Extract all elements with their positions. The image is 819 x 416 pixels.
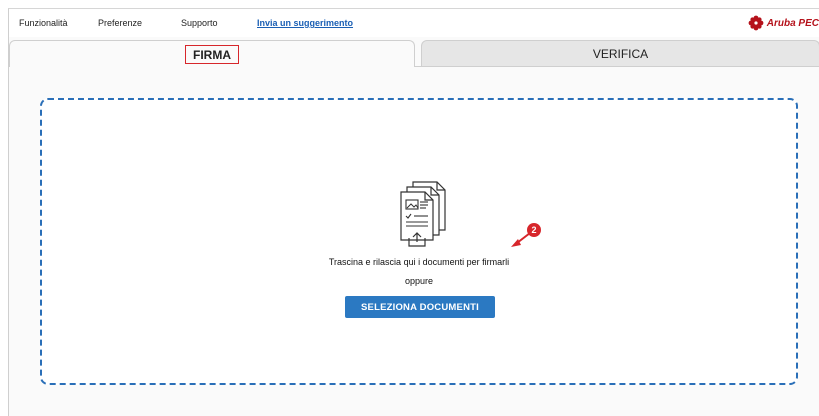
callout-badge-number: 2 [531, 225, 537, 235]
tab-bar: FIRMA VERIFICA [9, 37, 819, 67]
app-window: Funzionalità Preferenze Supporto Invia u… [8, 8, 819, 416]
brand-name: Aruba PEC [766, 17, 819, 29]
menubar: Funzionalità Preferenze Supporto Invia u… [9, 9, 819, 37]
drop-instruction: Trascina e rilascia qui i documenti per … [328, 257, 510, 267]
tab-firma[interactable]: FIRMA [9, 40, 415, 67]
brand-logo: Aruba PEC [748, 15, 819, 31]
or-separator: oppure [404, 276, 434, 286]
menu-preferenze[interactable]: Preferenze [98, 18, 142, 28]
aruba-logo-icon [748, 15, 764, 31]
menu-funzionalita[interactable]: Funzionalità [19, 18, 68, 28]
tab-verifica-label: VERIFICA [592, 47, 649, 61]
tab-verifica[interactable]: VERIFICA [421, 40, 819, 67]
tab-firma-label: FIRMA [185, 44, 239, 64]
select-documents-button[interactable]: SELEZIONA DOCUMENTI [345, 296, 495, 318]
feedback-link[interactable]: Invia un suggerimento [257, 18, 353, 28]
documents-upload-icon [400, 181, 446, 247]
menu-supporto[interactable]: Supporto [181, 18, 218, 28]
tab-divider [415, 66, 819, 67]
document-drop-zone[interactable]: Trascina e rilascia qui i documenti per … [40, 98, 798, 385]
